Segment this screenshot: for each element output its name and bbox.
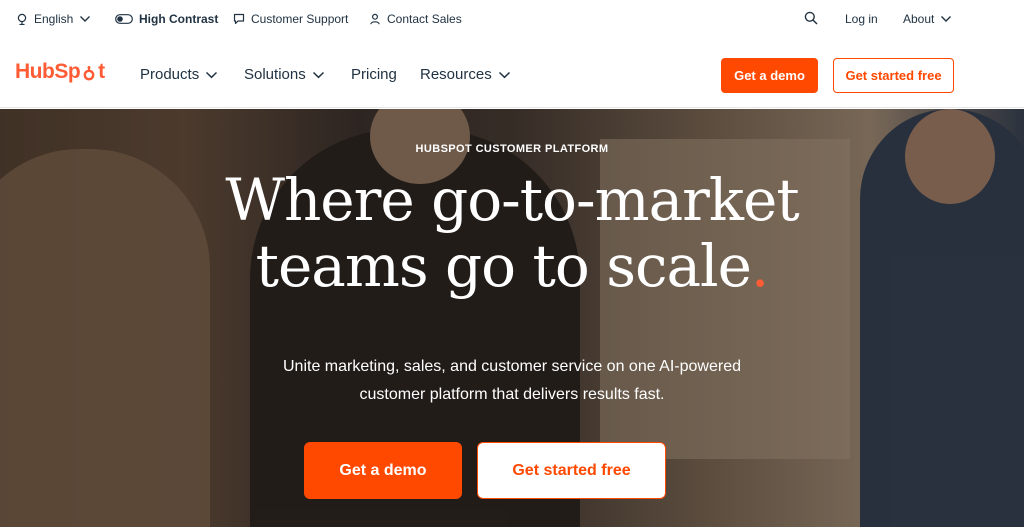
main-navigation: HubSp t Products Solutions Pricing Resou… bbox=[0, 40, 1024, 108]
nav-pricing[interactable]: Pricing bbox=[351, 66, 397, 83]
language-selector[interactable]: English bbox=[16, 12, 91, 26]
get-started-free-button-hero[interactable]: Get started free bbox=[477, 442, 666, 499]
logo-text: HubSp bbox=[15, 60, 81, 83]
nav-pricing-label: Pricing bbox=[351, 66, 397, 83]
hero-subheadline: Unite marketing, sales, and customer ser… bbox=[0, 353, 1024, 409]
chevron-down-icon bbox=[312, 66, 325, 83]
nav-resources-label: Resources bbox=[420, 66, 492, 83]
nav-solutions-label: Solutions bbox=[244, 66, 306, 83]
chevron-down-icon bbox=[498, 66, 511, 83]
subhead-line-2: customer platform that delivers results … bbox=[359, 386, 665, 403]
contact-sales-label: Contact Sales bbox=[387, 12, 462, 26]
get-demo-button-nav[interactable]: Get a demo bbox=[721, 58, 818, 93]
headline-dot: . bbox=[750, 232, 769, 300]
login-label: Log in bbox=[845, 12, 878, 26]
utility-bar: English High Contrast Customer Support C… bbox=[0, 0, 1024, 40]
high-contrast-label: High Contrast bbox=[139, 12, 219, 26]
nav-resources[interactable]: Resources bbox=[420, 66, 511, 83]
hero-headline: Where go-to-market teams go to scale. bbox=[0, 167, 1024, 299]
search-icon bbox=[804, 11, 818, 25]
hero-eyebrow: HUBSPOT CUSTOMER PLATFORM bbox=[415, 143, 609, 155]
get-started-free-button-nav[interactable]: Get started free bbox=[833, 58, 954, 93]
globe-icon bbox=[16, 13, 28, 25]
subhead-line-1: Unite marketing, sales, and customer ser… bbox=[282, 358, 741, 375]
nav-products[interactable]: Products bbox=[140, 66, 218, 83]
customer-support-label: Customer Support bbox=[251, 12, 349, 26]
get-demo-button-hero[interactable]: Get a demo bbox=[304, 442, 462, 499]
search-button[interactable] bbox=[804, 11, 818, 25]
about-menu[interactable]: About bbox=[903, 12, 952, 26]
chevron-down-icon bbox=[205, 66, 218, 83]
login-link[interactable]: Log in bbox=[845, 12, 878, 26]
hero-section: HUBSPOT CUSTOMER PLATFORM Where go-to-ma… bbox=[0, 109, 1024, 527]
about-label: About bbox=[903, 12, 935, 26]
logo-text-end: t bbox=[98, 60, 105, 83]
chevron-down-icon bbox=[940, 15, 952, 23]
chat-icon bbox=[233, 13, 245, 25]
chevron-down-icon bbox=[79, 15, 91, 23]
nav-products-label: Products bbox=[140, 66, 200, 83]
sprocket-icon bbox=[81, 64, 97, 81]
person-icon bbox=[369, 13, 381, 25]
headline-line-1: Where go-to-market bbox=[225, 166, 799, 234]
toggle-icon bbox=[115, 14, 133, 24]
language-label: English bbox=[34, 12, 74, 26]
customer-support-link[interactable]: Customer Support bbox=[233, 12, 348, 26]
nav-solutions[interactable]: Solutions bbox=[244, 66, 325, 83]
high-contrast-toggle[interactable]: High Contrast bbox=[115, 12, 218, 26]
headline-line-2: teams go to scale bbox=[255, 232, 752, 300]
contact-sales-link[interactable]: Contact Sales bbox=[369, 12, 462, 26]
hubspot-logo[interactable]: HubSp t bbox=[15, 60, 105, 84]
